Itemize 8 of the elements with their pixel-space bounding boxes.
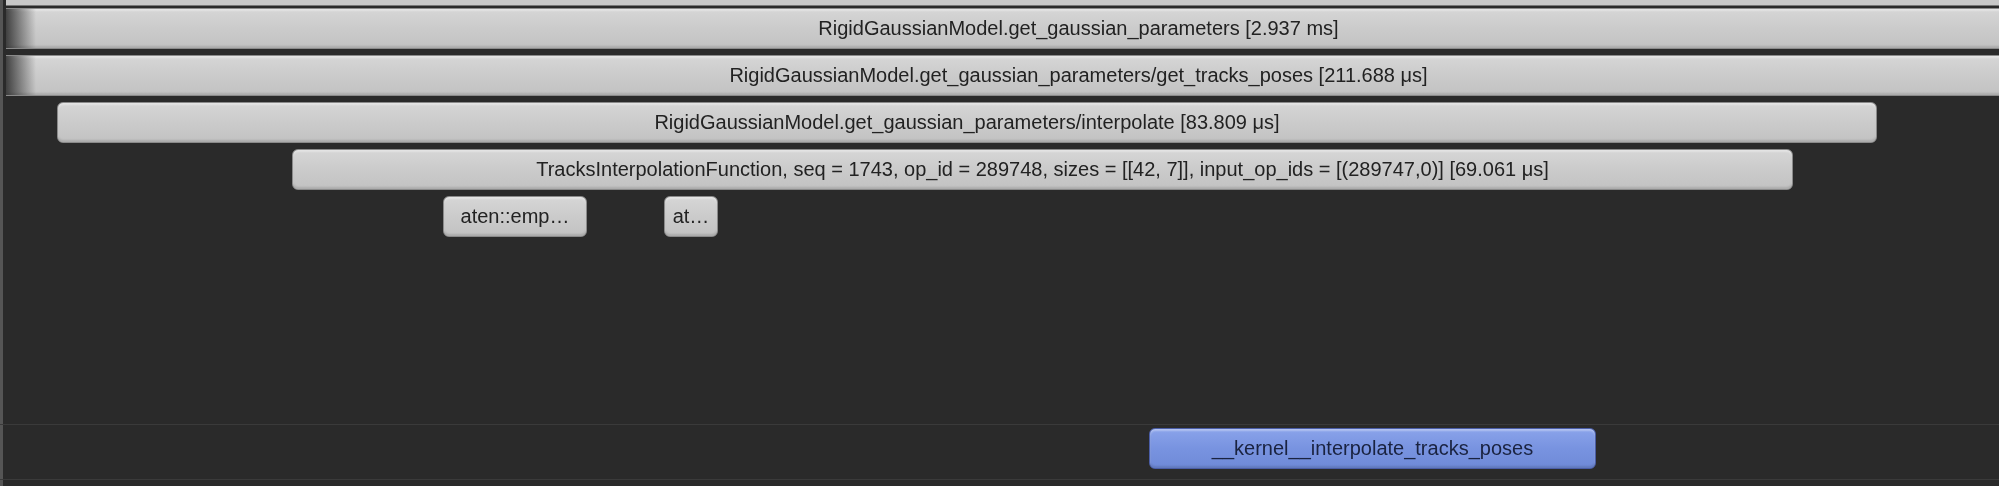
trace-slice[interactable]: RigidGaussianModel.get_gaussian_parameters [2.937 ms] xyxy=(6,8,1999,49)
trace-slice[interactable]: __kernel__interpolate_tracks_poses xyxy=(1149,428,1596,469)
trace-slice[interactable]: TracksInterpolationFunction, seq = 1743, op_id = 289748, sizes = [[42, 7]], input_op_ids = [(289747,0)] [69.061 μs] xyxy=(292,149,1793,190)
trace-slice[interactable]: aten::emp… xyxy=(443,196,587,237)
partial-slice[interactable] xyxy=(6,0,1999,6)
trace-slice[interactable]: at… xyxy=(664,196,718,237)
trace-slice[interactable]: RigidGaussianModel.get_gaussian_parameters/interpolate [83.809 μs] xyxy=(57,102,1877,143)
trace-slice[interactable]: RigidGaussianModel.get_gaussian_parameters/get_tracks_poses [211.688 μs] xyxy=(6,55,1999,96)
